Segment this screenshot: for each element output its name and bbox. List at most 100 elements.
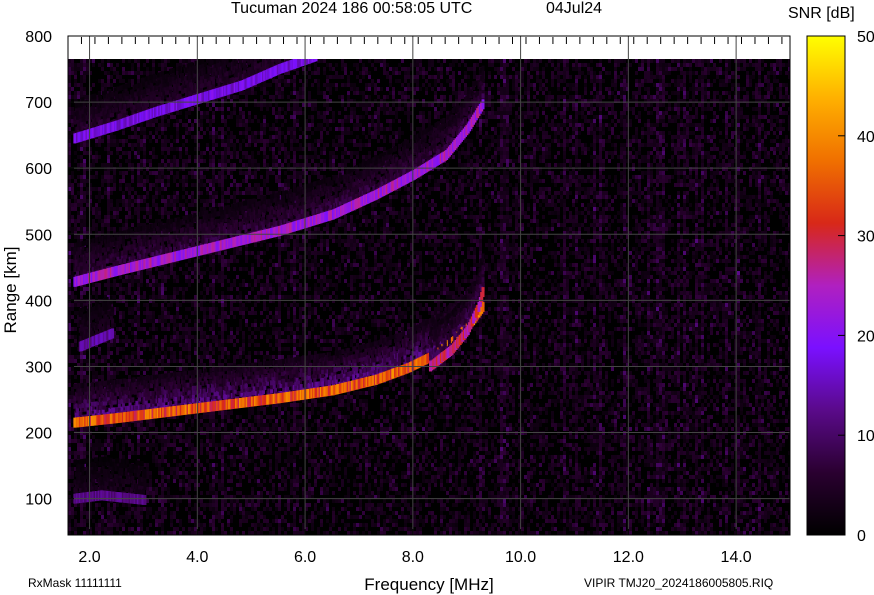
noise-cell [128, 155, 131, 159]
noise-cell [278, 159, 281, 163]
noise-cell [128, 503, 131, 507]
noise-cell [74, 455, 77, 459]
noise-cell [80, 187, 83, 191]
noise-cell [263, 87, 266, 91]
noise-cell [149, 275, 152, 279]
noise-cell [167, 311, 170, 315]
noise-cell [242, 467, 245, 471]
noise-cell [191, 267, 194, 271]
noise-cell [251, 323, 254, 327]
noise-cell [290, 455, 293, 459]
noise-cell [221, 291, 224, 295]
noise-cell [287, 443, 290, 447]
noise-cell [74, 195, 77, 199]
noise-cell [209, 271, 212, 275]
noise-cell [116, 511, 119, 515]
noise-cell [233, 135, 236, 139]
noise-cell [281, 423, 284, 427]
noise-cell [233, 255, 236, 259]
noise-cell [203, 315, 206, 319]
noise-cell [275, 87, 278, 91]
noise-cell [209, 183, 212, 187]
noise-cell [209, 483, 212, 487]
noise-cell [77, 167, 80, 171]
noise-cell [272, 155, 275, 159]
noise-cell [200, 175, 203, 179]
noise-cell [185, 151, 188, 155]
noise-cell [179, 327, 182, 331]
noise-cell [281, 163, 284, 167]
noise-cell [269, 523, 272, 527]
noise-cell [254, 283, 257, 287]
noise-cell [80, 87, 83, 91]
noise-cell [287, 239, 290, 243]
noise-cell [161, 171, 164, 175]
noise-cell [185, 207, 188, 211]
noise-cell [116, 159, 119, 163]
noise-cell [203, 471, 206, 475]
noise-cell [230, 519, 233, 523]
noise-cell [191, 531, 194, 535]
noise-cell [281, 87, 284, 91]
noise-cell [125, 223, 128, 227]
noise-cell [254, 419, 257, 423]
noise-cell [221, 179, 224, 183]
noise-cell [203, 319, 206, 323]
noise-cell [131, 71, 134, 75]
noise-cell [275, 427, 278, 431]
noise-cell [158, 367, 161, 371]
noise-cell [107, 151, 110, 155]
noise-cell [263, 407, 266, 411]
noise-cell [80, 451, 83, 455]
noise-cell [116, 519, 119, 523]
noise-cell [242, 111, 245, 115]
noise-cell [278, 527, 281, 531]
noise-cell [128, 211, 131, 215]
noise-cell [107, 191, 110, 195]
noise-cell [236, 415, 239, 419]
noise-cell [116, 523, 119, 527]
noise-cell [161, 139, 164, 143]
noise-cell [119, 311, 122, 315]
noise-cell [290, 175, 293, 179]
noise-cell [242, 451, 245, 455]
noise-cell [173, 435, 176, 439]
noise-cell [215, 503, 218, 507]
noise-cell [194, 267, 197, 271]
noise-cell [221, 151, 224, 155]
noise-cell [83, 435, 86, 439]
noise-cell [182, 359, 185, 363]
noise-cell [155, 175, 158, 179]
noise-cell [242, 443, 245, 447]
noise-cell [143, 371, 146, 375]
noise-cell [206, 179, 209, 183]
noise-cell [137, 127, 140, 131]
noise-cell [83, 59, 86, 63]
noise-cell [236, 251, 239, 255]
noise-cell [254, 167, 257, 171]
noise-cell [158, 127, 161, 131]
noise-cell [215, 151, 218, 155]
noise-cell [203, 271, 206, 275]
noise-cell [119, 367, 122, 371]
noise-cell [245, 463, 248, 467]
noise-cell [248, 435, 251, 439]
noise-cell [185, 299, 188, 303]
noise-cell [251, 187, 254, 191]
noise-cell [233, 155, 236, 159]
noise-cell [107, 503, 110, 507]
noise-cell [236, 123, 239, 127]
noise-cell [107, 367, 110, 371]
noise-cell [119, 327, 122, 331]
noise-cell [161, 59, 164, 63]
noise-cell [269, 95, 272, 99]
noise-cell [170, 531, 173, 535]
noise-cell [272, 483, 275, 487]
noise-cell [266, 443, 269, 447]
noise-cell [167, 323, 170, 327]
noise-cell [176, 311, 179, 315]
noise-cell [74, 523, 77, 527]
noise-cell [107, 163, 110, 167]
noise-cell [188, 335, 191, 339]
noise-cell [212, 135, 215, 139]
